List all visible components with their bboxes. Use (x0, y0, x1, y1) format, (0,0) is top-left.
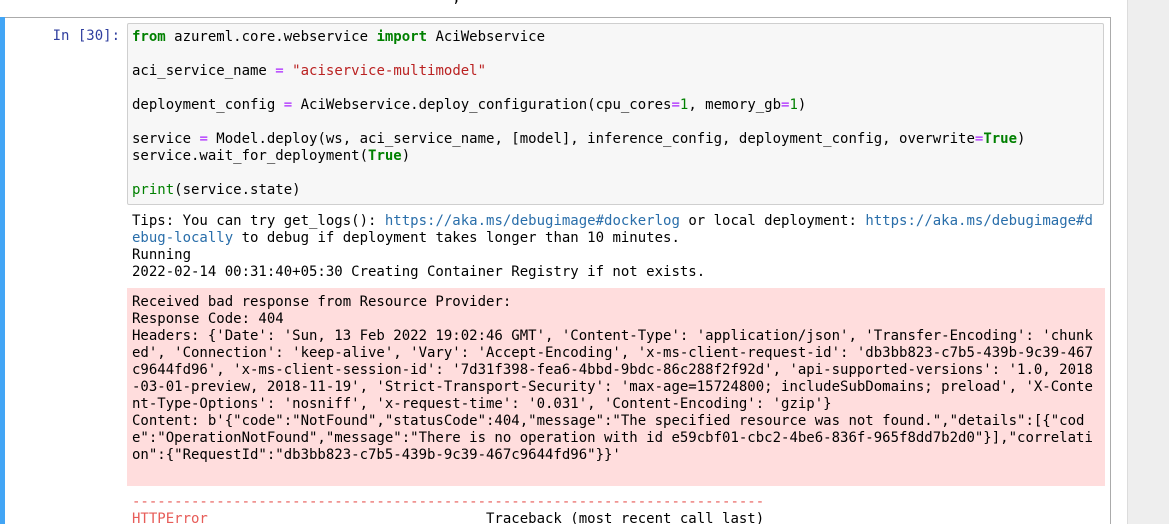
code-text: ) (797, 97, 807, 113)
operator: = (199, 131, 208, 147)
code-line-5: service.wait_for_deployment(True) (132, 148, 410, 165)
output-tips-line-2: ebug-locally to debug if deployment take… (132, 230, 680, 247)
code-line-4: service = Model.deploy(ws, aci_service_n… (132, 131, 1025, 148)
code-text: , memory_gb (688, 97, 782, 113)
output-text: Tips: You can try get_logs(): (132, 213, 385, 229)
code-line-6: print(service.state) (132, 182, 301, 199)
keyword: from (132, 29, 166, 45)
code-text: aci_service_name (132, 63, 276, 79)
output-creating-registry: 2022-02-14 00:31:40+05:30 Creating Conta… (132, 264, 706, 280)
traceback-header: HTTPError Traceback (most recent call la… (132, 511, 764, 524)
code-text: azureml.core.webservice (165, 29, 377, 45)
stderr-line: c9644fd96', 'x-ms-client-session-id': '7… (132, 362, 1093, 378)
stderr-line: -03-01-preview, 2018-11-19', 'Strict-Tra… (132, 379, 1093, 395)
code-text: deployment_config (132, 97, 284, 113)
error-name: HTTPError (132, 511, 208, 524)
code-text: service (132, 131, 200, 147)
code-editor[interactable] (127, 23, 1104, 205)
notebook-area: , In [30]: from azureml.core.webservice … (0, 0, 1127, 524)
number-literal: 1 (789, 97, 798, 113)
operator: = (671, 97, 680, 113)
code-text: service.wait_for_deployment( (132, 148, 369, 164)
output-text: or local deployment: (679, 213, 866, 229)
keyword: True (983, 131, 1018, 147)
debug-locally-link-continued[interactable]: ebug-locally (132, 230, 233, 246)
builtin-function: print (132, 182, 175, 198)
traceback-separator: ----------------------------------------… (132, 494, 765, 510)
string-literal: "aciservice-multimodel" (292, 63, 487, 79)
output-text: to debug if deployment takes longer than… (233, 230, 680, 246)
cell-selection-indicator (0, 17, 5, 524)
keyword: import (376, 29, 428, 45)
stderr-line: Response Code: 404 (132, 311, 284, 327)
stderr-line: ed', 'Connection': 'keep-alive', 'Vary':… (132, 345, 1093, 361)
stderr-line: Content: b'{"code":"NotFound","statusCod… (132, 413, 1085, 429)
operator: = (275, 63, 284, 79)
stderr-line: e":"OperationNotFound","message":"There … (132, 430, 1093, 446)
stderr-line: Headers: {'Date': 'Sun, 13 Feb 2022 19:0… (132, 328, 1093, 344)
code-text: Model.deploy(ws, aci_service_name, [mode… (207, 131, 975, 147)
code-line-3: deployment_config = AciWebservice.deploy… (132, 97, 806, 114)
code-line-2: aci_service_name = "aciservice-multimode… (132, 63, 486, 80)
output-running: Running (132, 247, 192, 263)
previous-cell-output-fragment: , (132, 0, 460, 6)
output-tips-line-1: Tips: You can try get_logs(): https://ak… (132, 213, 1093, 230)
operator: = (283, 97, 293, 113)
stderr-line: Received bad response from Resource Prov… (132, 294, 512, 310)
keyword: True (368, 148, 402, 164)
code-text: ) (401, 148, 411, 164)
dockerlog-link[interactable]: https://aka.ms/debugimage#dockerlog (385, 213, 680, 229)
input-prompt: In [30]: (52, 28, 120, 44)
code-text: ) (1017, 131, 1026, 147)
debug-locally-link[interactable]: https://aka.ms/debugimage#d (865, 213, 1093, 229)
code-line-1: from azureml.core.webservice import AciW… (132, 29, 545, 46)
stderr-line: on":{"RequestId":"db3bb823-c7b5-439b-9c3… (132, 447, 621, 463)
code-text: AciWebservice (427, 29, 546, 45)
page-right-gutter (1127, 0, 1169, 524)
stderr-line: nt-Type-Options': 'nosniff', 'x-request-… (132, 396, 832, 412)
code-text: AciWebservice.deploy_configuration(cpu_c… (292, 97, 672, 113)
code-text: (service.state) (174, 182, 301, 198)
traceback-label: Traceback (most recent call last) (207, 511, 765, 524)
